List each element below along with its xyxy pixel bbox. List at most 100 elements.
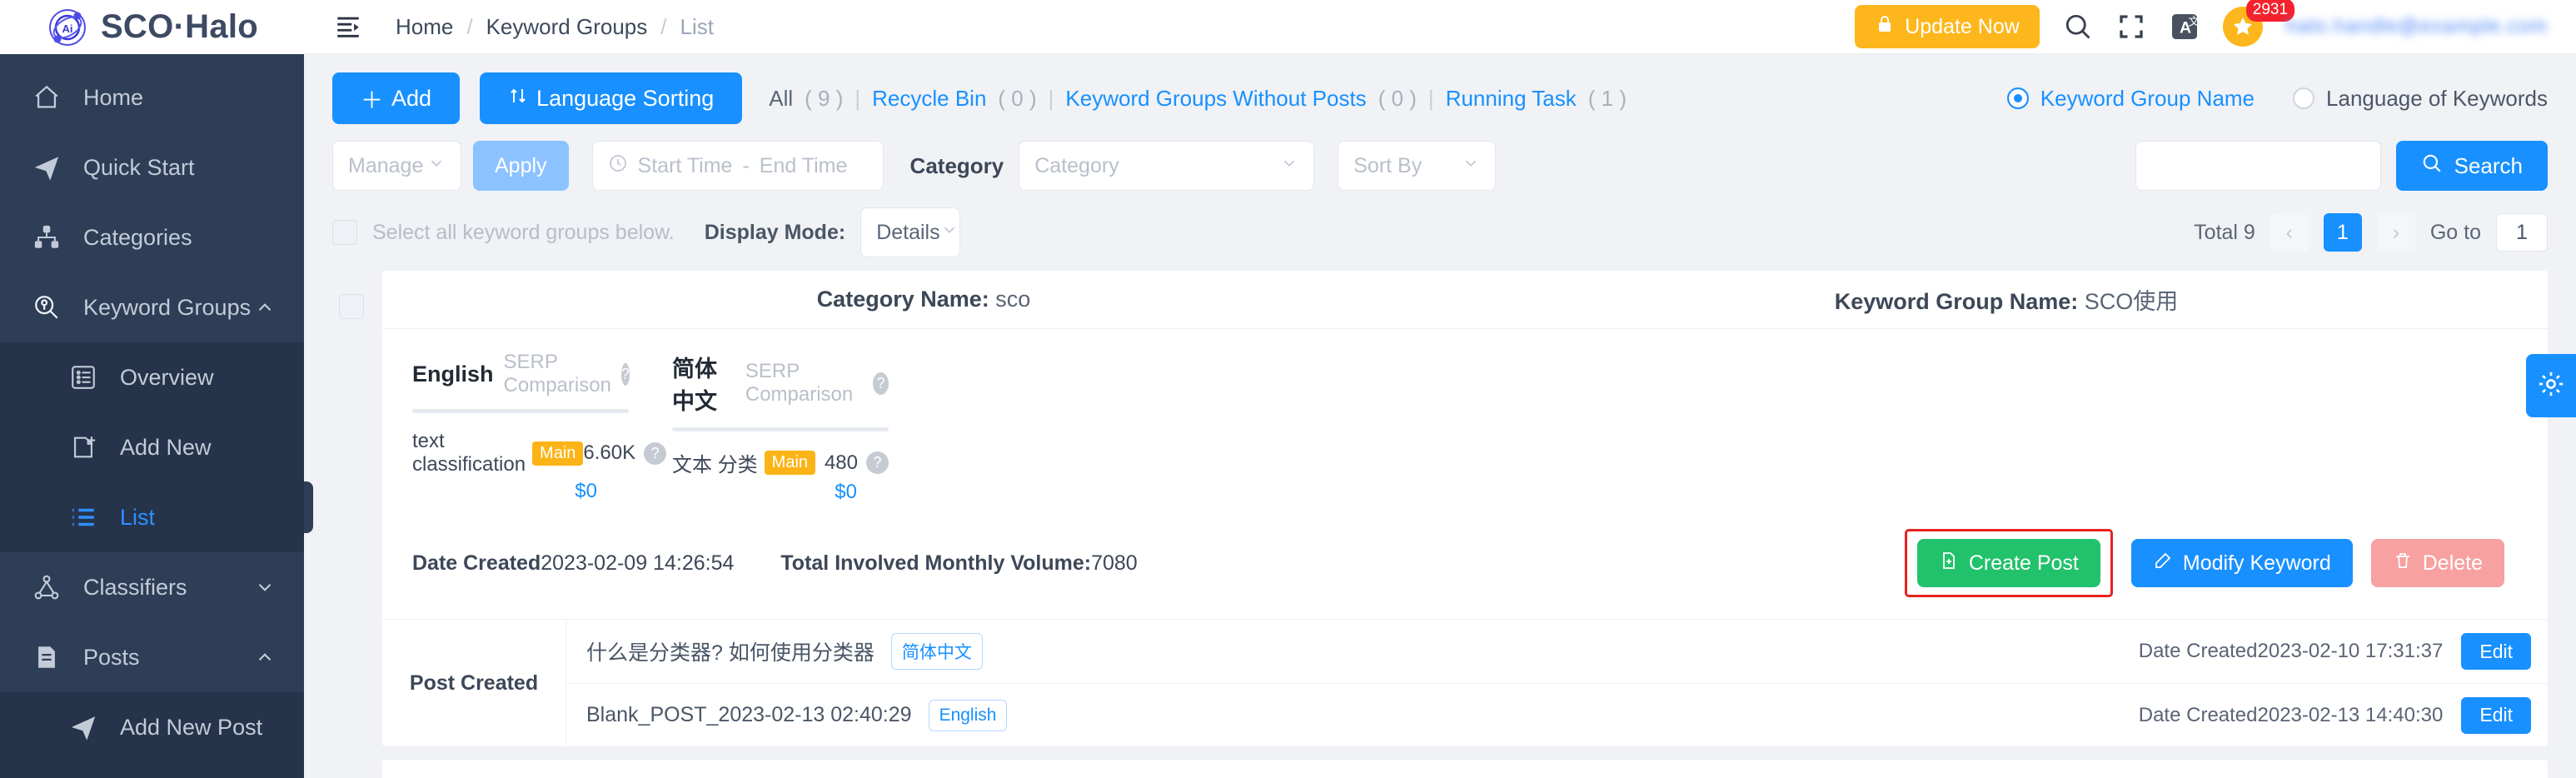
filter-groups-without-posts-count: ( 0 ) (1378, 85, 1417, 111)
filter-running-task[interactable]: Running Task (1446, 86, 1577, 112)
breadcrumb: Home / Keyword Groups / List (396, 14, 714, 40)
sidebar-item-add-new[interactable]: Add New (0, 412, 304, 482)
prev-page-button[interactable]: ‹ (2270, 213, 2309, 252)
radio-label: Keyword Group Name (2040, 85, 2255, 111)
edit-post-button[interactable]: Edit (2461, 696, 2531, 734)
help-icon[interactable]: ? (644, 441, 667, 465)
pagination: Total 9 ‹ 1 › Go to (2194, 213, 2548, 252)
keyword-text: 文本 分类 (672, 454, 758, 476)
main-tag: Main (764, 451, 816, 475)
post-title[interactable]: 什么是分类器? 如何使用分类器 (586, 636, 874, 666)
category-dropdown[interactable]: Category (1019, 141, 1315, 191)
search-icon (2421, 152, 2443, 180)
post-row-right: Date Created2023-02-10 17:31:37 Edit (2139, 633, 2531, 670)
filter-all-count: ( 9 ) (805, 85, 844, 111)
sidebar-item-quick-start[interactable]: Quick Start (0, 132, 304, 202)
post-language-chip[interactable]: English (928, 699, 1008, 731)
date-range-picker[interactable]: Start Time - End Time (591, 141, 884, 191)
keyword-text: text classification (412, 430, 526, 476)
select-all-checkbox[interactable] (332, 220, 357, 245)
radio-label: Language of Keywords (2326, 85, 2548, 111)
keyword-price[interactable]: $0 (412, 480, 629, 503)
update-now-label: Update Now (1905, 14, 2020, 38)
main-region: Home / Keyword Groups / List Update Now (304, 0, 2576, 778)
sort-by-label: Sort By (1353, 153, 1423, 177)
breadcrumb-keyword-groups[interactable]: Keyword Groups (486, 14, 648, 40)
sitemap-icon (28, 219, 65, 256)
update-now-button[interactable]: Update Now (1855, 5, 2040, 48)
filter-groups-without-posts[interactable]: Keyword Groups Without Posts (1065, 86, 1366, 112)
filter-recycle-bin[interactable]: Recycle Bin (872, 86, 986, 112)
search-icon[interactable] (2063, 12, 2093, 42)
filter-all[interactable]: All (769, 86, 793, 112)
help-icon[interactable]: ? (620, 362, 630, 386)
filter-divider: | (1048, 85, 1054, 111)
sidebar-item-label: Categories (83, 224, 192, 250)
keyword-price[interactable]: $0 (672, 481, 889, 504)
language-sorting-button[interactable]: Language Sorting (480, 72, 743, 124)
modify-keyword-button[interactable]: Modify Keyword (2130, 539, 2353, 587)
delete-button[interactable]: Delete (2370, 539, 2504, 587)
fullscreen-icon[interactable] (2116, 12, 2146, 42)
send-icon (65, 709, 102, 746)
total-count-label: Total 9 (2194, 220, 2255, 244)
category-name-value: sco (995, 287, 1031, 312)
breadcrumb-list: List (680, 13, 714, 39)
page-1-button[interactable]: 1 (2323, 213, 2362, 252)
serp-comparison-link[interactable]: SERP Comparison (745, 360, 863, 406)
goto-page-input[interactable] (2496, 213, 2548, 252)
key-search-icon (28, 289, 65, 326)
help-icon[interactable]: ? (873, 372, 889, 395)
sidebar-collapse-icon[interactable] (334, 12, 362, 41)
sidebar-item-categories[interactable]: Categories (0, 202, 304, 272)
sort-by-dropdown[interactable]: Sort By (1338, 141, 1497, 191)
radio-keyword-group-name[interactable]: Keyword Group Name (2006, 85, 2255, 112)
edit-post-button[interactable]: Edit (2461, 633, 2531, 670)
post-date-value: 2023-02-10 17:31:37 (2257, 640, 2444, 662)
language-name: English (412, 361, 494, 387)
next-page-button[interactable]: › (2376, 213, 2415, 252)
card-select-checkbox[interactable] (339, 294, 364, 319)
edit-icon (2153, 551, 2173, 576)
post-language-chip[interactable]: 简体中文 (890, 633, 983, 670)
sidebar-item-home[interactable]: Home (0, 62, 304, 132)
user-email[interactable]: halo.handle@example.com (2286, 15, 2548, 38)
translate-icon[interactable]: A文 (2170, 12, 2200, 42)
display-mode-dropdown[interactable]: Details (860, 207, 961, 257)
manage-dropdown[interactable]: Manage (332, 141, 461, 191)
post-date-value: 2023-02-13 14:40:30 (2257, 703, 2444, 726)
sidebar-item-add-new-post[interactable]: Add New Post (0, 692, 304, 762)
sidebar-item-label: Overview (120, 364, 214, 390)
sidebar-item-keyword-groups[interactable]: Keyword Groups (0, 272, 304, 342)
post-row: Blank_POST_2023-02-13 02:40:29 English D… (566, 683, 2548, 746)
add-button[interactable]: ＋ Add (332, 72, 461, 124)
serp-comparison-link[interactable]: SERP Comparison (504, 351, 611, 397)
sidebar-item-overview[interactable]: Overview (0, 342, 304, 412)
sidebar-item-list[interactable]: List (0, 482, 304, 552)
post-title[interactable]: Blank_POST_2023-02-13 02:40:29 (586, 703, 912, 727)
help-icon[interactable]: ? (866, 451, 889, 474)
sidebar-nav: Home Quick Start Categories Keyword Grou… (0, 54, 304, 778)
settings-tab-button[interactable] (2526, 354, 2576, 417)
sidebar-item-label: Keyword Groups (83, 294, 252, 320)
sidebar-item-collect-create[interactable]: Collect & Create (0, 762, 304, 778)
document-icon (28, 639, 65, 676)
card-header: Category Name: sco Keyword Group Name: S… (382, 271, 2548, 329)
svg-text:文: 文 (2188, 16, 2200, 28)
send-icon (28, 149, 65, 186)
chevron-down-icon (427, 154, 446, 178)
radio-language-of-keywords[interactable]: Language of Keywords (2293, 86, 2548, 112)
list-icon (65, 499, 102, 536)
post-date-label: Date Created (2138, 703, 2258, 726)
sidebar-resize-handle[interactable] (304, 481, 313, 533)
keyword-group-name-value: SCO使用 (2084, 289, 2179, 314)
breadcrumb-home[interactable]: Home (396, 14, 453, 40)
sidebar-item-classifiers[interactable]: Classifiers (0, 552, 304, 622)
create-post-button[interactable]: Create Post (1916, 539, 2100, 587)
brand[interactable]: Ai SCO·Halo (0, 0, 304, 54)
apply-button[interactable]: Apply (473, 141, 569, 191)
search-input[interactable] (2135, 141, 2381, 191)
sidebar-item-posts[interactable]: Posts (0, 622, 304, 692)
category-label: Category (909, 152, 1004, 178)
search-button[interactable]: Search (2395, 141, 2548, 191)
